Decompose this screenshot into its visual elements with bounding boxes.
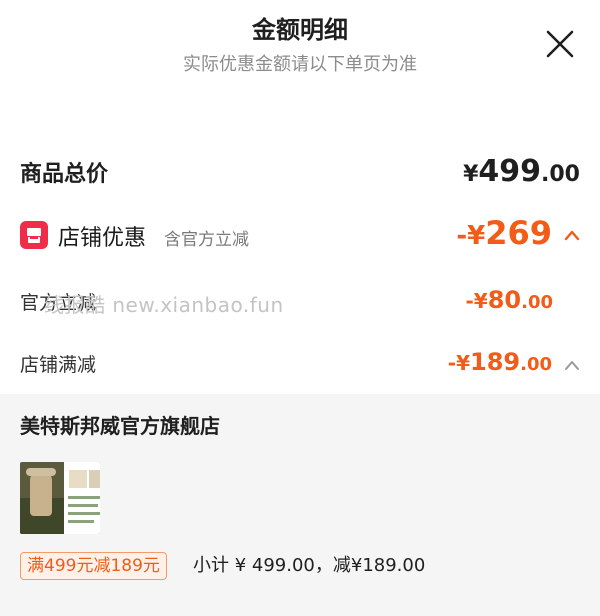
currency-symbol: ¥: [463, 162, 479, 187]
full-reduction-amount: -¥189.00: [448, 348, 552, 376]
close-button[interactable]: [545, 29, 575, 59]
amount-prefix: -¥: [465, 289, 488, 313]
amount-integer: 80: [487, 286, 522, 314]
chevron-up-icon[interactable]: [564, 356, 580, 375]
watermark: 线报酷 new.xianbao.fun: [44, 293, 284, 317]
amount-decimal: .00: [520, 354, 552, 375]
shop-name: 美特斯邦威官方旗舰店: [20, 414, 220, 438]
amount-prefix: -¥: [447, 351, 470, 375]
sheet-subtitle: 实际优惠金额请以下单页为准: [183, 54, 417, 75]
amount-prefix: -¥: [456, 221, 486, 251]
chevron-up-icon[interactable]: [564, 226, 580, 245]
amount-integer: 269: [485, 214, 552, 252]
amount-integer: 499: [478, 154, 542, 189]
shop-detail-panel: 美特斯邦威官方旗舰店 满499元减189元 小计 ¥ 499.00，减¥189.…: [0, 394, 600, 616]
official-discount-amount: -¥80.00: [465, 286, 553, 314]
amount-detail-sheet: 金额明细 实际优惠金额请以下单页为准 商品总价 ¥499.00 店铺优惠 含官方…: [0, 0, 600, 616]
full-reduction-label: 店铺满减: [20, 354, 97, 376]
product-thumbnail[interactable]: [20, 462, 100, 534]
store-discount-note: 含官方立减: [164, 230, 249, 250]
store-discount-label: 店铺优惠: [58, 226, 147, 251]
promotion-tag: 满499元减189元: [20, 552, 167, 580]
store-discount-amount: -¥269: [456, 214, 552, 252]
close-icon: [546, 30, 574, 58]
total-price-label: 商品总价: [20, 162, 109, 187]
store-icon: [20, 221, 48, 249]
store-full-reduction-row[interactable]: 店铺满减 -¥189.00: [20, 346, 580, 382]
amount-decimal: .00: [541, 162, 580, 187]
store-discount-row[interactable]: 店铺优惠 含官方立减 -¥269: [20, 214, 580, 254]
amount-integer: 189: [470, 348, 521, 376]
amount-decimal: .00: [521, 292, 553, 313]
total-price-row: 商品总价 ¥499.00: [20, 152, 580, 192]
sheet-title: 金额明细: [252, 16, 348, 44]
subtotal-text: 小计 ¥ 499.00，减¥189.00: [193, 555, 426, 576]
total-price-amount: ¥499.00: [463, 154, 580, 189]
